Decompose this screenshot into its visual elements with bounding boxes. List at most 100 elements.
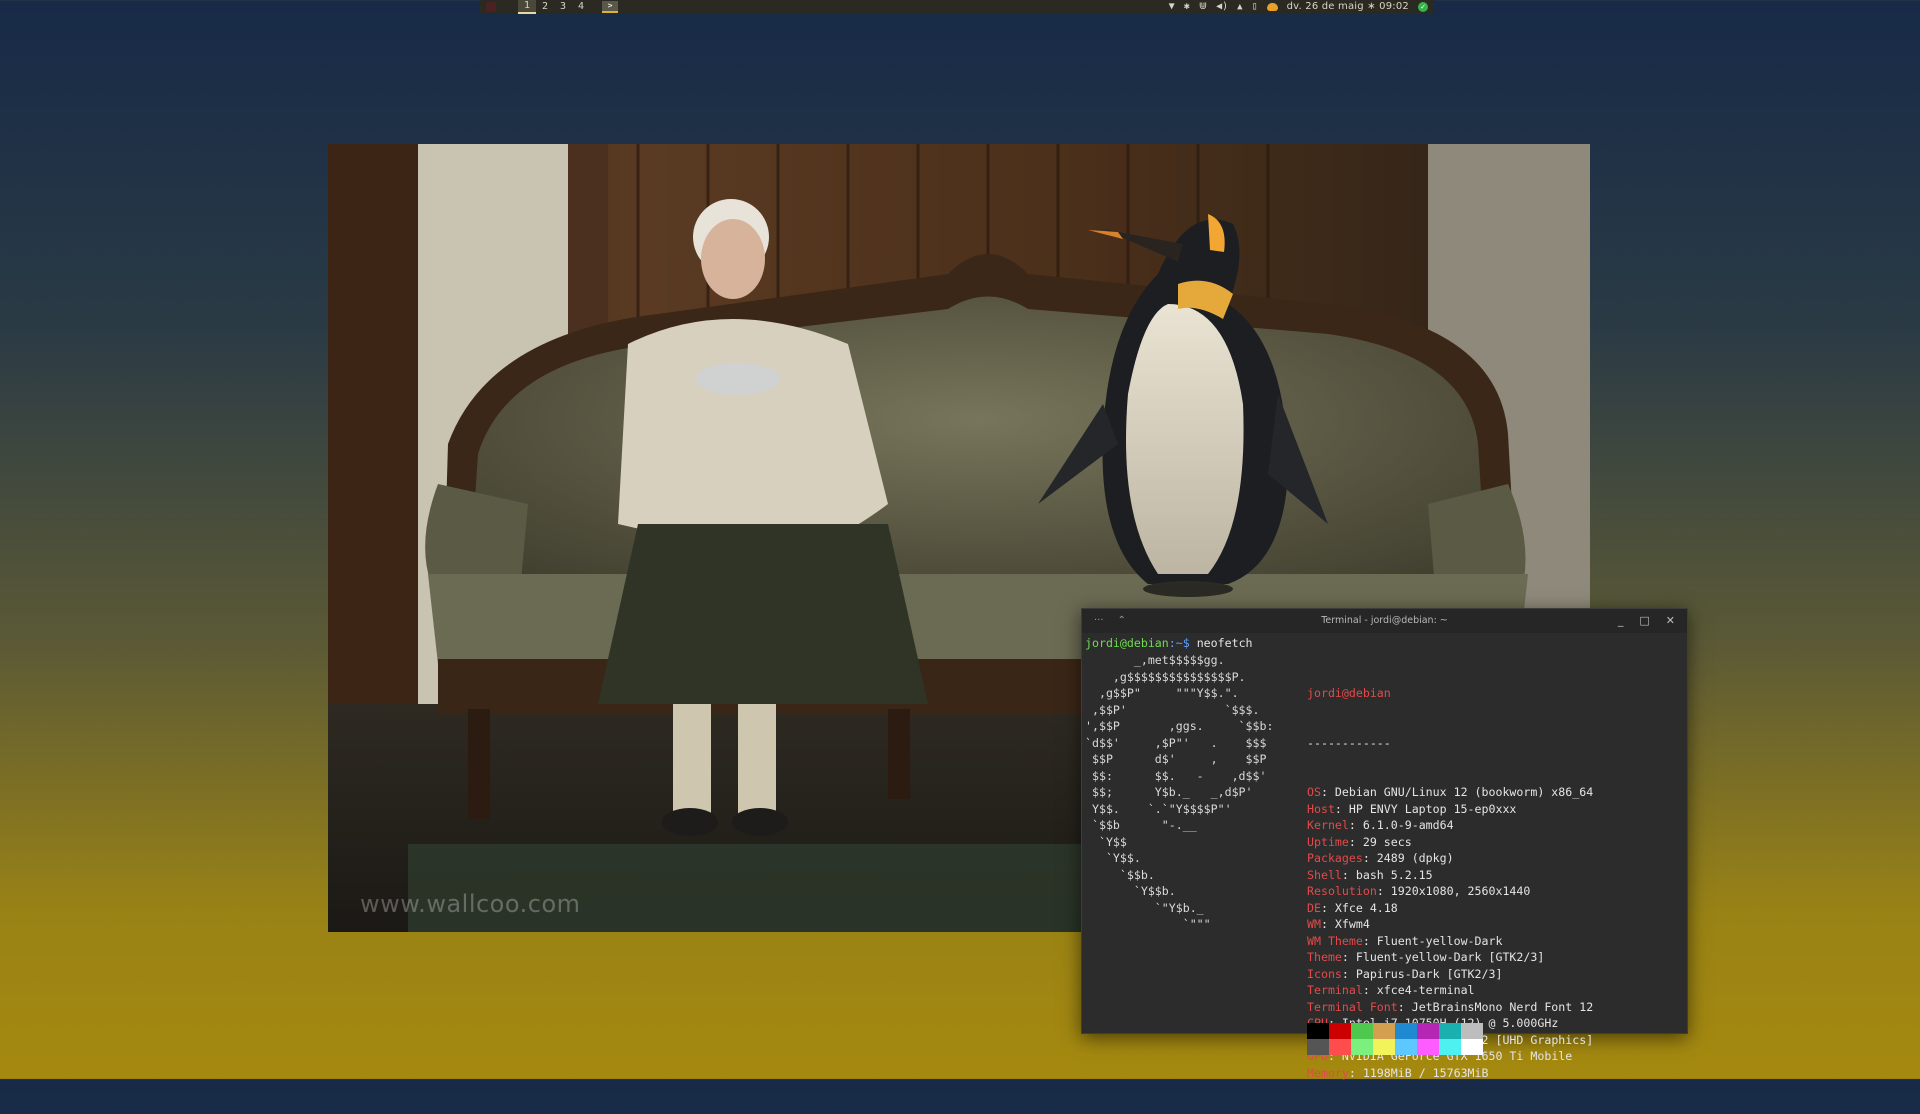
info-value: : 6.1.0-9-amd64 <box>1348 818 1454 832</box>
system-tray: ▼ ✱ ⋓ ◀) ▲ ▯ dv. 26 de maig ∗ 09:02 ✓ <box>1169 0 1434 14</box>
prompt-command: neofetch <box>1189 636 1253 650</box>
color-swatch <box>1395 1039 1417 1055</box>
clock[interactable]: dv. 26 de maig ∗ 09:02 <box>1287 0 1409 14</box>
wallpaper-watermark: www.wallcoo.com <box>360 890 581 918</box>
info-row: Packages: 2489 (dpkg) <box>1307 850 1593 867</box>
color-palette <box>1307 1023 1483 1055</box>
close-icon[interactable]: ✕ <box>1666 609 1675 633</box>
logo-line: ,$$P' `$$$. <box>1085 702 1260 717</box>
info-value: : Fluent-yellow-Dark [GTK2/3] <box>1341 950 1545 964</box>
logo-line: ,g$$P" """Y$$.". <box>1085 686 1239 700</box>
terminal-titlebar[interactable]: ··· ⌃ Terminal - jordi@debian: ~ _ □ ✕ <box>1082 609 1687 633</box>
color-swatch <box>1373 1039 1395 1055</box>
terminal-window[interactable]: ··· ⌃ Terminal - jordi@debian: ~ _ □ ✕ j… <box>1081 608 1688 1080</box>
info-row: Theme: Fluent-yellow-Dark [GTK2/3] <box>1307 949 1593 966</box>
info-row: Terminal Font: JetBrainsMono Nerd Font 1… <box>1307 999 1593 1016</box>
logo-line: Y$$. `.`"Y$$$$P"' <box>1085 801 1232 816</box>
logo-line: $$P d$' , $$P <box>1085 752 1267 766</box>
roll-up-icon[interactable]: ⌃ <box>1118 609 1126 633</box>
info-key: Terminal Font <box>1307 999 1398 1014</box>
info-key: Packages <box>1307 851 1363 865</box>
workspace-4[interactable]: 4 <box>572 0 590 14</box>
info-key: Terminal <box>1307 983 1363 997</box>
info-row: Icons: Papirus-Dark [GTK2/3] <box>1307 966 1593 983</box>
logo-line: `Y$$ <box>1085 834 1127 849</box>
info-row: Shell: bash 5.2.15 <box>1307 867 1593 884</box>
info-key: Theme <box>1307 950 1342 964</box>
maximize-icon[interactable]: □ <box>1639 609 1649 633</box>
color-swatch <box>1417 1039 1439 1055</box>
info-value: : HP ENVY Laptop 15-ep0xxx <box>1334 801 1517 816</box>
shell-prompt: jordi@debian:~$ neofetch <box>1085 635 1687 652</box>
info-key: Shell <box>1307 867 1342 882</box>
info-value: : 1920x1080, 2560x1440 <box>1376 884 1531 898</box>
info-row: WM: Xfwm4 <box>1307 916 1593 933</box>
info-key: DE <box>1307 900 1321 915</box>
info-value: : 1198MiB / 15763MiB <box>1348 1065 1489 1080</box>
notification-bell-icon[interactable]: ▲ <box>1237 0 1242 14</box>
info-key: Kernel <box>1307 818 1349 832</box>
color-swatch <box>1351 1039 1373 1055</box>
prompt-user: jordi@debian <box>1085 636 1169 650</box>
info-key: WM <box>1307 917 1321 931</box>
color-swatch <box>1329 1023 1351 1039</box>
info-key: Host <box>1307 801 1335 816</box>
info-row: Kernel: 6.1.0-9-amd64 <box>1307 817 1593 834</box>
battery-icon[interactable]: ▯ <box>1252 0 1258 14</box>
workspace-1[interactable]: 1 <box>518 0 536 14</box>
prompt-path: :~$ <box>1168 636 1190 650</box>
logo-line: $$; Y$b._ _,d$P' <box>1085 785 1253 799</box>
usb-icon[interactable]: ⋓ <box>1199 0 1207 14</box>
window-title: Terminal - jordi@debian: ~ <box>1321 615 1448 626</box>
color-swatch <box>1439 1039 1461 1055</box>
color-swatch <box>1307 1039 1329 1055</box>
color-swatch <box>1461 1039 1483 1055</box>
info-row: Host: HP ENVY Laptop 15-ep0xxx <box>1307 801 1593 818</box>
logo-line: `Y$$b. <box>1085 884 1176 898</box>
logo-line: $$: $$. - ,d$$' <box>1085 768 1267 783</box>
applications-menu-icon[interactable] <box>486 2 496 12</box>
workspace-switcher: 1 2 3 4 <box>518 0 590 14</box>
info-row: DE: Xfce 4.18 <box>1307 900 1593 917</box>
info-row: Resolution: 1920x1080, 2560x1440 <box>1307 883 1593 900</box>
top-panel: 1 2 3 4 > ▼ ✱ ⋓ ◀) ▲ ▯ dv. 26 de maig ∗ … <box>480 0 1434 14</box>
info-value: : 2489 (dpkg) <box>1362 851 1454 865</box>
logo-line: `""" <box>1085 917 1211 931</box>
info-key: Memory <box>1307 1065 1349 1080</box>
logo-line: `d$$' ,$P"' . $$$ <box>1085 735 1267 750</box>
info-row: WM Theme: Fluent-yellow-Dark <box>1307 933 1593 950</box>
info-row: Terminal: xfce4-terminal <box>1307 982 1593 999</box>
logo-line: `$$b "-.__ <box>1085 818 1197 832</box>
info-key: WM Theme <box>1307 933 1363 948</box>
workspace-2[interactable]: 2 <box>536 0 554 14</box>
info-key: OS <box>1307 785 1321 799</box>
terminal-taskbar-button[interactable]: > <box>602 1 618 13</box>
workspace-3[interactable]: 3 <box>554 0 572 14</box>
volume-icon[interactable]: ◀) <box>1216 0 1228 14</box>
menu-dots-icon[interactable]: ··· <box>1094 609 1104 633</box>
info-key: Uptime <box>1307 834 1349 849</box>
info-value: : Debian GNU/Linux 12 (bookworm) x86_64 <box>1320 785 1594 799</box>
info-value: : Xfwm4 <box>1320 917 1370 931</box>
color-swatch <box>1307 1023 1329 1039</box>
bluetooth-icon[interactable]: ✱ <box>1184 0 1190 14</box>
info-value: : Fluent-yellow-Dark <box>1362 933 1503 948</box>
weather-icon[interactable] <box>1266 3 1278 11</box>
info-value: : Xfce 4.18 <box>1320 900 1398 915</box>
info-value: : JetBrainsMono Nerd Font 12 <box>1397 999 1594 1014</box>
info-value: : Papirus-Dark [GTK2/3] <box>1341 966 1503 981</box>
minimize-icon[interactable]: _ <box>1618 609 1624 633</box>
debian-ascii-logo: _,met$$$$$gg. ,g$$$$$$$$$$$$$$$P. ,g$$P"… <box>1085 652 1273 933</box>
color-swatch <box>1351 1023 1373 1039</box>
info-value: : xfce4-terminal <box>1362 983 1475 997</box>
color-swatch <box>1417 1023 1439 1039</box>
info-value: : 29 secs <box>1348 834 1412 849</box>
logo-line: ,g$$$$$$$$$$$$$$$P. <box>1085 669 1246 684</box>
logo-line: _,met$$$$$gg. <box>1085 653 1225 667</box>
update-icon[interactable]: ✓ <box>1418 2 1428 12</box>
logo-line: `Y$$. <box>1085 851 1141 865</box>
terminal-output[interactable]: jordi@debian:~$ neofetch _,met$$$$$gg. ,… <box>1082 633 1687 1080</box>
network-icon[interactable]: ▼ <box>1169 0 1175 14</box>
logo-line: ',$$P ,ggs. `$$b: <box>1085 719 1274 733</box>
color-swatch <box>1439 1023 1461 1039</box>
